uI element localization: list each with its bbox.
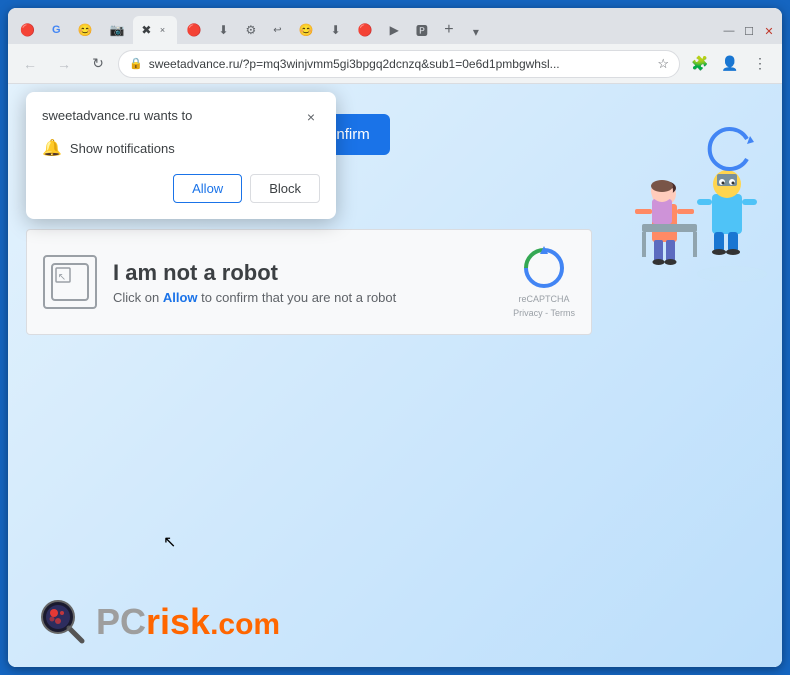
recaptcha-allow-word: Allow: [163, 290, 198, 305]
tab-4[interactable]: 📷: [101, 16, 132, 44]
more-button[interactable]: ⋮: [746, 50, 774, 78]
tab-8-favicon: ⚙: [246, 23, 257, 37]
tab-bar: 🔴 G 😊 📷 ✖ × 🔴 ⬇ ⚙ ↩ 😊 ⬇: [8, 8, 782, 44]
tab-11[interactable]: ⬇: [323, 16, 349, 44]
refresh-button[interactable]: ↻: [84, 50, 112, 78]
bell-icon: 🔔: [42, 138, 62, 158]
tab-1[interactable]: 🔴: [12, 16, 43, 44]
recaptcha-subtitle: Click on Allow to confirm that you are n…: [113, 290, 497, 305]
back-button[interactable]: ←: [16, 50, 44, 78]
tab-9[interactable]: ↩: [265, 16, 289, 44]
page-content: o confirm sweetadvance.ru wants to × 🔔 S…: [8, 84, 782, 667]
tab-6-favicon: 🔴: [186, 23, 201, 37]
page-background: o confirm sweetadvance.ru wants to × 🔔 S…: [8, 84, 782, 667]
recaptcha-card: ↖ I am not a robot Click on Allow to con…: [26, 229, 592, 335]
browser-window: 🔴 G 😊 📷 ✖ × 🔴 ⬇ ⚙ ↩ 😊 ⬇: [8, 8, 782, 667]
chrome-menu-arrow[interactable]: ▾: [466, 22, 486, 42]
tab-6[interactable]: 🔴: [178, 16, 209, 44]
profile-button[interactable]: 👤: [716, 50, 744, 78]
recaptcha-subtitle-prefix: Click on: [113, 290, 163, 305]
svg-text:↖: ↖: [58, 272, 66, 283]
recaptcha-subtitle-suffix: to confirm that you are not a robot: [198, 290, 397, 305]
tab-14-favicon: 🅿: [416, 22, 428, 39]
popup-close-button[interactable]: ×: [302, 108, 320, 126]
tab-9-favicon: ↩: [273, 25, 281, 36]
address-bar[interactable]: 🔒 sweetadvance.ru/?p=mq3winjvmm5gi3bpgq2…: [118, 50, 680, 78]
tab-active-favicon: ✖: [141, 23, 151, 37]
permission-text: Show notifications: [70, 141, 175, 156]
recaptcha-title: I am not a robot: [113, 260, 497, 286]
tab-14[interactable]: 🅿: [408, 16, 436, 44]
allow-button[interactable]: Allow: [173, 174, 242, 203]
recaptcha-privacy[interactable]: Privacy: [513, 308, 543, 318]
block-button[interactable]: Block: [250, 174, 320, 203]
tab-4-favicon: 📷: [109, 23, 124, 37]
maximize-button[interactable]: ☐: [740, 22, 758, 40]
mouse-cursor: ↖: [163, 532, 176, 552]
pcrisk-watermark: PCrisk.com: [38, 597, 280, 647]
pcrisk-pc: PC: [96, 601, 146, 642]
tab-12-favicon: 🔴: [358, 23, 373, 37]
close-button[interactable]: ✕: [760, 22, 778, 40]
tab-10-favicon: 😊: [299, 23, 314, 37]
bookmark-icon[interactable]: ☆: [657, 56, 669, 72]
tab-13-favicon: ▶: [390, 23, 399, 37]
recaptcha-links: Privacy - Terms: [513, 308, 575, 318]
minimize-button[interactable]: —: [720, 22, 738, 40]
popup-title: sweetadvance.ru wants to: [42, 108, 192, 123]
recaptcha-brand: reCAPTCHA: [519, 294, 570, 304]
recaptcha-logo: reCAPTCHA Privacy - Terms: [513, 246, 575, 318]
pcrisk-com: .com: [210, 608, 280, 641]
popup-header: sweetadvance.ru wants to ×: [42, 108, 320, 126]
pcrisk-text: PCrisk.com: [96, 601, 280, 643]
tab-active-close[interactable]: ×: [155, 23, 169, 37]
tab-2-favicon: G: [52, 24, 61, 36]
window-controls: — ☐ ✕: [720, 22, 778, 40]
tab-13[interactable]: ▶: [382, 16, 407, 44]
permission-row: 🔔 Show notifications: [42, 138, 320, 158]
tab-7-favicon: ⬇: [218, 23, 228, 37]
recaptcha-terms[interactable]: Terms: [551, 308, 576, 318]
recaptcha-icon: ↖: [43, 255, 97, 309]
illustration: [592, 94, 772, 294]
tab-12[interactable]: 🔴: [350, 16, 381, 44]
tab-7[interactable]: ⬇: [210, 16, 236, 44]
lock-icon: 🔒: [129, 57, 143, 70]
popup-buttons: Allow Block: [42, 174, 320, 203]
recaptcha-text-area: I am not a robot Click on Allow to confi…: [113, 260, 497, 305]
tab-11-favicon: ⬇: [331, 23, 341, 37]
tab-2[interactable]: G: [44, 16, 69, 44]
tab-3[interactable]: 😊: [70, 16, 101, 44]
tab-1-favicon: 🔴: [20, 23, 35, 37]
toolbar: ← → ↻ 🔒 sweetadvance.ru/?p=mq3winjvmm5gi…: [8, 44, 782, 84]
url-text: sweetadvance.ru/?p=mq3winjvmm5gi3bpgq2dc…: [149, 57, 652, 71]
tab-8[interactable]: ⚙: [238, 16, 265, 44]
tab-10[interactable]: 😊: [291, 16, 322, 44]
pcrisk-risk: risk: [146, 601, 210, 642]
notification-popup: sweetadvance.ru wants to × 🔔 Show notifi…: [26, 92, 336, 219]
tab-active[interactable]: ✖ ×: [133, 16, 177, 44]
tab-3-favicon: 😊: [78, 23, 93, 37]
toolbar-icons: 🧩 👤 ⋮: [686, 50, 774, 78]
extensions-button[interactable]: 🧩: [686, 50, 714, 78]
new-tab-button[interactable]: +: [437, 18, 461, 42]
forward-button[interactable]: →: [50, 50, 78, 78]
